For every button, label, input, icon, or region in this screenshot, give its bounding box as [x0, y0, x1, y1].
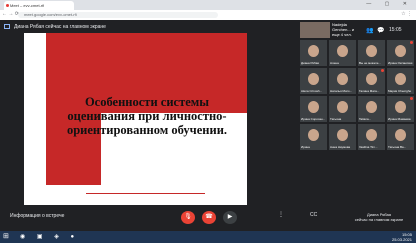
avatar: [337, 45, 348, 57]
end-call-button[interactable]: ☎: [202, 211, 216, 224]
participant-tile[interactable]: Татьяна: [329, 96, 356, 122]
avatar: [395, 73, 406, 85]
system-clock: 15:05 25.03.2021: [391, 232, 412, 242]
mic-off-icon: [410, 41, 413, 44]
participant-tile[interactable]: Диана Рябая: [300, 40, 327, 66]
mic-off-icon: [410, 97, 413, 100]
participant-tile[interactable]: Татьяна Ва...: [387, 124, 414, 150]
participant-tile[interactable]: Vasilina Tim...: [358, 124, 385, 150]
presenter-info: Диана Рябая сейчас на главном экране: [354, 212, 404, 222]
avatar: [308, 129, 319, 141]
mic-toggle-button[interactable]: 🎙: [181, 211, 195, 224]
browser-tab-strip: Meet – evv-cmet-rfi — ▢ ✕: [0, 0, 416, 10]
meeting-clock: 15:05: [389, 27, 402, 33]
captions-icon[interactable]: CC: [310, 212, 317, 218]
window-controls[interactable]: — ▢ ✕: [366, 1, 413, 7]
avatar: [308, 101, 319, 113]
os-taskbar: ⊞ ◉ ▣ ◈ ● 15:05 25.03.2021: [0, 231, 416, 243]
participant-tile[interactable]: Наталья Мато...: [329, 68, 356, 94]
participant-tile[interactable]: Ирина Оксанская: [387, 40, 414, 66]
back-forward-icon[interactable]: ← → ⟳: [2, 11, 19, 17]
avatar: [395, 101, 406, 113]
avatar: [395, 45, 406, 57]
meeting-controls: Информация о встрече 🎙 ☎ ▶ ⋮ CC Диана Ря…: [0, 205, 416, 231]
participant-tile[interactable]: Алена: [329, 40, 356, 66]
pinned-name: Nadejda Gerchen... и еще 4 чел.: [332, 22, 355, 37]
people-icon[interactable]: 👥: [366, 27, 373, 34]
browser-tab[interactable]: Meet – evv-cmet-rfi: [4, 1, 74, 10]
taskbar-app-icons[interactable]: ◉ ▣ ◈ ●: [20, 233, 79, 240]
participant-tile[interactable]: Ирина Мамаева: [387, 96, 414, 122]
present-screen-icon: [4, 24, 10, 29]
participant-tile[interactable]: Ирина Сорочан...: [300, 96, 327, 122]
windows-start-icon[interactable]: ⊞: [3, 233, 11, 241]
more-options-icon[interactable]: ⋮: [278, 211, 284, 218]
avatar: [308, 73, 319, 85]
pinned-video[interactable]: [300, 22, 330, 38]
presentation-banner-text: Диана Рябая сейчас на главном экране: [14, 24, 106, 30]
participant-tile[interactable]: Tatiana...: [358, 96, 385, 122]
url-field[interactable]: meet.google.com/evv-cmet-rfi: [18, 12, 218, 18]
avatar: [337, 101, 348, 113]
presentation-banner: Диана Рябая сейчас на главном экране: [0, 20, 290, 33]
address-bar-row: ← → ⟳ meet.google.com/evv-cmet-rfi ☆ ⋮: [0, 10, 416, 20]
avatar: [395, 129, 406, 141]
shared-screen: Особенности системы оценивания при лично…: [0, 33, 290, 205]
participant-tile[interactable]: Ирина: [300, 124, 327, 150]
participant-tile[interactable]: Alena Crivosh...: [300, 68, 327, 94]
tab-title: Meet – evv-cmet-rfi: [10, 3, 45, 8]
avatar: [337, 73, 348, 85]
camera-toggle-button[interactable]: ▶: [223, 211, 237, 224]
participant-tile[interactable]: Мария Cheorghe: [387, 68, 414, 94]
avatar: [366, 101, 377, 113]
participant-tile[interactable]: Вы не можете...: [358, 40, 385, 66]
browser-menu-icon[interactable]: ☆ ⋮: [401, 11, 412, 17]
slide-divider: [86, 193, 205, 194]
recording-dot-icon: [6, 4, 9, 7]
avatar: [366, 73, 377, 85]
avatar: [366, 129, 377, 141]
participant-tile[interactable]: Галина Мата...: [358, 68, 385, 94]
slide-title: Особенности системы оценивания при лично…: [66, 95, 228, 137]
mic-off-icon: [381, 69, 384, 72]
chat-icon[interactable]: 💬: [377, 27, 384, 34]
meeting-info-button[interactable]: Информация о встрече: [10, 213, 64, 219]
presenter-status: сейчас на главном экране: [354, 217, 404, 222]
participant-tile[interactable]: Анна Наумова: [329, 124, 356, 150]
avatar: [308, 45, 319, 57]
avatar: [366, 45, 377, 57]
avatar: [337, 129, 348, 141]
